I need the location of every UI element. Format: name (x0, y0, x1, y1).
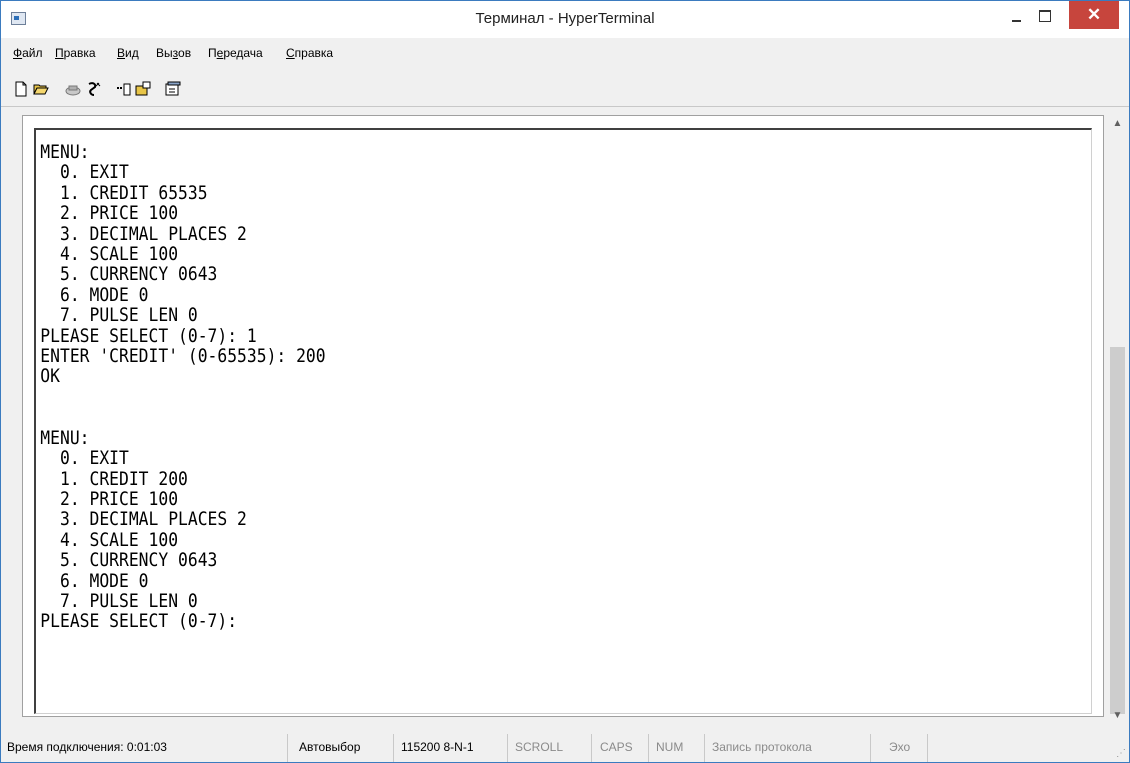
terminal-line: 1. CREDIT 200 (40, 467, 188, 490)
new-icon[interactable] (13, 81, 29, 97)
scroll-up-icon[interactable]: ▲ (1108, 115, 1127, 133)
properties-icon[interactable] (165, 81, 181, 97)
maximize-button[interactable] (1031, 1, 1058, 32)
close-icon: ✕ (1086, 5, 1102, 24)
terminal-line: MENU: (40, 141, 90, 163)
terminal-line: 3. DECIMAL PLACES 2 (40, 508, 247, 531)
menu-view[interactable]: Вид (117, 46, 139, 60)
terminal-line: PLEASE SELECT (0-7): (40, 610, 238, 633)
terminal-line: 5. CURRENCY 0643 (40, 263, 218, 286)
terminal-line: ENTER 'CREDIT' (0-65535): 200 (40, 345, 326, 368)
title-bar[interactable]: Терминал - HyperTerminal ✕ (1, 1, 1129, 38)
terminal-line: PLEASE SELECT (0-7): 1 (40, 324, 257, 347)
status-capture: Запись протокола (712, 734, 871, 762)
status-echo: Эхо (889, 734, 928, 762)
vertical-scrollbar[interactable]: ▲ ▼ (1108, 115, 1127, 725)
status-autodetect: Автовыбор (299, 734, 394, 762)
status-bar: Время подключения: 0:01:03 Автовыбор 115… (1, 734, 1129, 762)
menu-transfer[interactable]: Передача (208, 46, 263, 60)
terminal-line: 4. SCALE 100 (40, 243, 179, 266)
status-num: NUM (656, 734, 705, 762)
terminal-line: 6. MODE 0 (40, 283, 149, 306)
toolbar (1, 78, 1129, 102)
close-button[interactable]: ✕ (1069, 1, 1119, 29)
receive-icon[interactable] (135, 81, 151, 97)
status-port-settings: 115200 8-N-1 (401, 734, 508, 762)
call-icon[interactable] (65, 81, 81, 97)
terminal-line: 0. EXIT (40, 447, 129, 470)
hyperterminal-window: Терминал - HyperTerminal ✕ Файл Правка В… (0, 0, 1130, 763)
minimize-button[interactable] (1003, 1, 1030, 32)
menu-help[interactable]: Справка (286, 46, 333, 60)
toolbar-separator (1, 106, 1129, 107)
terminal-line: 7. PULSE LEN 0 (40, 304, 198, 327)
send-icon[interactable] (116, 81, 132, 97)
menu-edit[interactable]: Правка (55, 46, 96, 60)
resize-grip-icon[interactable]: ⋰ (1116, 749, 1126, 759)
terminal-screen[interactable]: MENU: 0. EXIT 1. CREDIT 65535 2. PRICE 1… (34, 128, 1092, 714)
status-connection-time: Время подключения: 0:01:03 (7, 734, 288, 762)
disconnect-icon[interactable] (86, 81, 102, 97)
menu-call[interactable]: Вызов (156, 46, 191, 60)
menu-bar: Файл Правка Вид Вызов Передача Справка (1, 43, 1129, 63)
terminal-line: 0. EXIT (40, 161, 129, 184)
scroll-down-icon[interactable]: ▼ (1108, 707, 1127, 725)
terminal-line: 4. SCALE 100 (40, 528, 179, 551)
terminal-line: OK (40, 365, 60, 388)
terminal-line: 3. DECIMAL PLACES 2 (40, 222, 247, 245)
terminal-line: 7. PULSE LEN 0 (40, 589, 198, 612)
open-icon[interactable] (33, 81, 49, 97)
terminal-line: 5. CURRENCY 0643 (40, 549, 218, 572)
terminal-line: 1. CREDIT 65535 (40, 181, 208, 204)
terminal-line: 2. PRICE 100 (40, 202, 179, 225)
status-scroll: SCROLL (515, 734, 592, 762)
window-title: Терминал - HyperTerminal (475, 10, 655, 27)
terminal-line: 2. PRICE 100 (40, 487, 179, 510)
terminal-line: MENU: (40, 426, 90, 449)
terminal-text: MENU: 0. EXIT 1. CREDIT 65535 2. PRICE 1… (36, 130, 943, 632)
terminal-line: 6. MODE 0 (40, 569, 149, 592)
menu-file[interactable]: Файл (13, 46, 43, 60)
scrollbar-thumb[interactable] (1110, 347, 1125, 714)
status-caps: CAPS (600, 734, 649, 762)
